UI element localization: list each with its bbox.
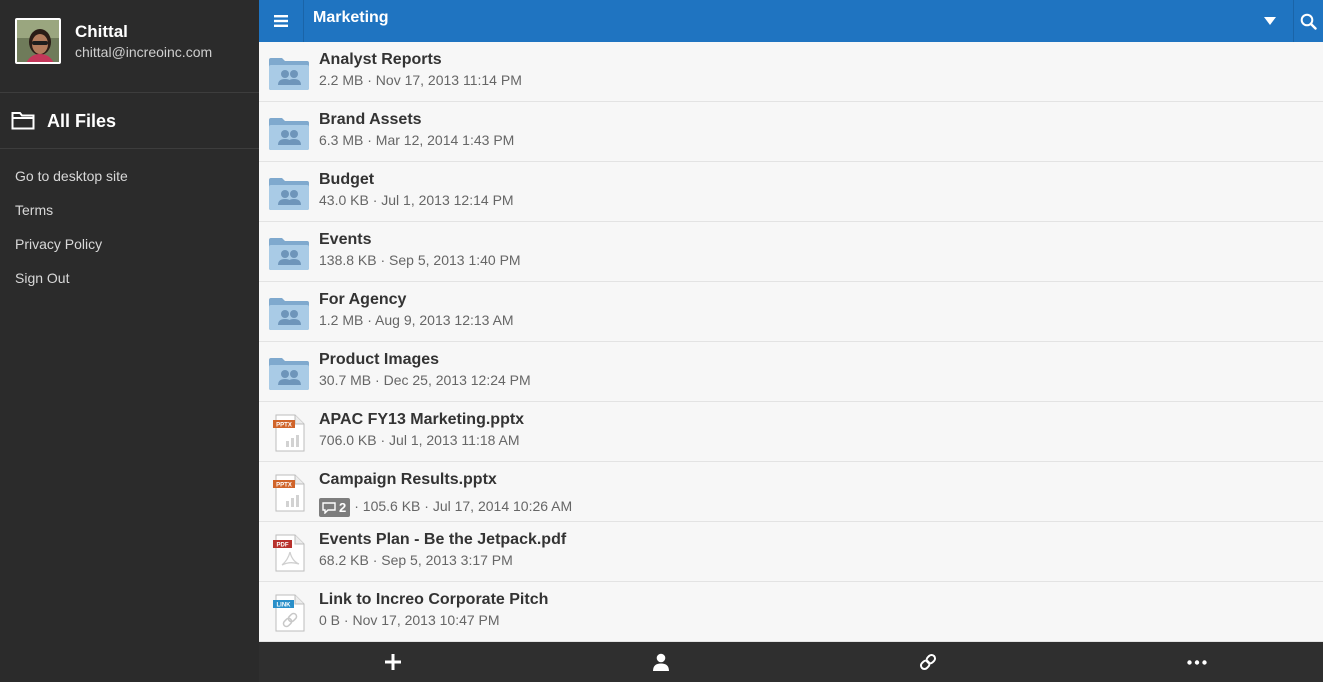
file-name: Analyst Reports (319, 51, 442, 68)
comments-badge[interactable]: 2 (319, 498, 351, 517)
caret-down-icon (1264, 17, 1276, 25)
folder-title: Marketing (313, 9, 389, 26)
file-type-label: PDF (277, 542, 289, 548)
search-button[interactable] (1293, 0, 1323, 42)
link-icon (919, 653, 937, 671)
list-item[interactable]: Analyst Reports 2.2 MB · Nov 17, 2013 11… (259, 42, 1323, 102)
comment-icon (322, 501, 336, 514)
file-meta-row: 2 · 105.6 KB · Jul 17, 2014 10:26 AM (319, 495, 572, 517)
plus-icon (385, 654, 401, 670)
all-files-label: All Files (47, 111, 117, 131)
comment-count: 2 (339, 500, 347, 515)
list-item[interactable]: For Agency 1.2 MB · Aug 9, 2013 12:13 AM (259, 282, 1323, 342)
top-bar: Marketing (259, 0, 1323, 42)
profile-email: chittal@increoinc.com (75, 44, 213, 60)
file-meta: 1.2 MB · Aug 9, 2013 12:13 AM (319, 312, 514, 328)
person-icon (653, 653, 669, 671)
avatar[interactable] (15, 18, 61, 64)
more-button[interactable] (1167, 642, 1227, 682)
pdf-file-icon: PDF (273, 534, 305, 572)
collaborators-button[interactable] (631, 642, 691, 682)
shared-folder-icon (269, 178, 309, 210)
list-item[interactable]: Product Images 30.7 MB · Dec 25, 2013 12… (259, 342, 1323, 402)
desktop-site-link[interactable]: Go to desktop site (15, 166, 128, 200)
user-profile[interactable]: Chittal chittal@increoinc.com (0, 0, 259, 93)
pptx-file-icon: PPTX (273, 474, 305, 512)
all-files-nav[interactable]: All Files (0, 93, 259, 149)
folder-options-button[interactable] (1253, 0, 1287, 42)
file-name: For Agency (319, 291, 407, 308)
bottom-toolbar (259, 642, 1323, 682)
file-meta: 68.2 KB · Sep 5, 2013 3:17 PM (319, 552, 513, 568)
list-item[interactable]: PPTX Campaign Results.pptx 2 · 105.6 KB … (259, 462, 1323, 522)
file-type-label: PPTX (276, 482, 292, 488)
hamburger-icon (274, 15, 288, 27)
list-item[interactable]: LINK Link to Increo Corporate Pitch 0 B … (259, 582, 1323, 642)
shared-folder-icon (269, 118, 309, 150)
menu-button[interactable] (259, 0, 304, 42)
shared-folder-icon (269, 238, 309, 270)
list-item[interactable]: Budget 43.0 KB · Jul 1, 2013 12:14 PM (259, 162, 1323, 222)
folder-outline-icon (11, 112, 35, 130)
file-meta: 0 B · Nov 17, 2013 10:47 PM (319, 612, 500, 628)
shared-folder-icon (269, 58, 309, 90)
file-name: Product Images (319, 351, 440, 368)
privacy-policy-link[interactable]: Privacy Policy (15, 234, 128, 268)
sign-out-link[interactable]: Sign Out (15, 268, 128, 302)
terms-link[interactable]: Terms (15, 200, 128, 234)
file-meta: 30.7 MB · Dec 25, 2013 12:24 PM (319, 372, 531, 388)
list-item[interactable]: PDF Events Plan - Be the Jetpack.pdf 68.… (259, 522, 1323, 582)
file-meta: 706.0 KB · Jul 1, 2013 11:18 AM (319, 432, 520, 448)
file-meta: · 105.6 KB · Jul 17, 2014 10:26 AM (354, 498, 573, 514)
file-name: Events Plan - Be the Jetpack.pdf (319, 531, 567, 548)
file-meta: 2.2 MB · Nov 17, 2013 11:14 PM (319, 72, 522, 88)
more-icon (1187, 659, 1207, 665)
profile-name: Chittal (75, 22, 128, 41)
file-name: Campaign Results.pptx (319, 471, 497, 488)
file-name: Link to Increo Corporate Pitch (319, 591, 549, 608)
file-name: Events (319, 231, 372, 248)
list-item[interactable]: Brand Assets 6.3 MB · Mar 12, 2014 1:43 … (259, 102, 1323, 162)
file-meta: 43.0 KB · Jul 1, 2013 12:14 PM (319, 192, 514, 208)
file-type-label: LINK (277, 602, 292, 608)
file-meta: 138.8 KB · Sep 5, 2013 1:40 PM (319, 252, 521, 268)
shared-folder-icon (269, 298, 309, 330)
share-link-button[interactable] (898, 642, 958, 682)
file-type-label: PPTX (276, 422, 292, 428)
shared-folder-icon (269, 358, 309, 390)
file-list: Analyst Reports 2.2 MB · Nov 17, 2013 11… (259, 42, 1323, 642)
file-name: APAC FY13 Marketing.pptx (319, 411, 525, 428)
search-icon (1300, 13, 1317, 30)
file-name: Brand Assets (319, 111, 422, 128)
sidebar: Chittal chittal@increoinc.com All Files … (0, 0, 259, 682)
list-item[interactable]: PPTX APAC FY13 Marketing.pptx 706.0 KB ·… (259, 402, 1323, 462)
file-meta: 6.3 MB · Mar 12, 2014 1:43 PM (319, 132, 515, 148)
list-item[interactable]: Events 138.8 KB · Sep 5, 2013 1:40 PM (259, 222, 1323, 282)
weblink-file-icon: LINK (273, 594, 305, 632)
pptx-file-icon: PPTX (273, 414, 305, 452)
file-name: Budget (319, 171, 375, 188)
add-button[interactable] (363, 642, 423, 682)
